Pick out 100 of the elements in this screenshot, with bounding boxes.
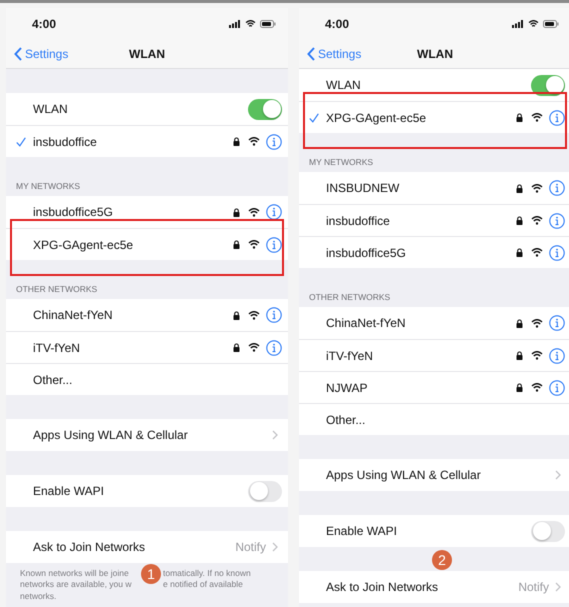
footer-text: networks are available, you w bbox=[20, 579, 133, 591]
list-row[interactable]: Other... bbox=[299, 403, 569, 435]
row-value: Notify bbox=[235, 540, 266, 554]
footer-text: Known networks will be joine bbox=[20, 568, 130, 580]
list-row[interactable]: NJWAP bbox=[299, 371, 569, 403]
list-row[interactable]: insbudoffice5G bbox=[6, 196, 288, 228]
list-row[interactable]: Enable WAPI bbox=[299, 515, 569, 547]
wifi-icon bbox=[248, 208, 260, 216]
list-row[interactable]: WLAN bbox=[299, 69, 569, 101]
list-row[interactable]: Apps Using WLAN & Cellular bbox=[6, 419, 288, 451]
info-icon[interactable] bbox=[549, 212, 565, 228]
network-name: ChinaNet-fYeN bbox=[326, 316, 407, 330]
wifi-icon bbox=[531, 216, 543, 225]
list-row[interactable]: iTV-fYeN bbox=[299, 339, 569, 371]
network-name: insbudoffice bbox=[33, 134, 98, 148]
lock-icon bbox=[233, 137, 240, 146]
info-icon[interactable] bbox=[266, 204, 282, 220]
row-value: Notify bbox=[518, 580, 549, 594]
toggle-switch[interactable] bbox=[531, 520, 565, 542]
toggle-switch[interactable] bbox=[531, 74, 565, 96]
section-header: MY NETWORKS bbox=[309, 157, 374, 167]
info-icon[interactable] bbox=[549, 180, 565, 196]
back-chevron-icon bbox=[14, 47, 22, 61]
network-name: iTV-fYeN bbox=[326, 348, 374, 362]
row-label: Enable WAPI bbox=[33, 484, 105, 498]
row-label: Ask to Join Networks bbox=[326, 580, 440, 594]
info-icon[interactable] bbox=[266, 307, 282, 323]
screen-title: WLAN bbox=[417, 47, 453, 61]
list-row[interactable]: Apps Using WLAN & Cellular bbox=[299, 459, 569, 491]
signal-icon bbox=[512, 20, 524, 28]
network-name: XPG-GAgent-ec5e bbox=[326, 110, 428, 124]
toggle-switch[interactable] bbox=[248, 480, 282, 502]
list-row[interactable]: XPG-GAgent-ec5e bbox=[6, 228, 288, 260]
list-row[interactable]: Ask to Join Networks Notify bbox=[6, 531, 288, 563]
row-label: Enable WAPI bbox=[326, 524, 398, 538]
back-chevron-icon bbox=[307, 47, 315, 61]
info-icon[interactable] bbox=[549, 348, 565, 364]
info-icon[interactable] bbox=[266, 134, 282, 150]
screen-title: WLAN bbox=[129, 47, 165, 61]
list-row[interactable]: ChinaNet-fYeN bbox=[6, 299, 288, 331]
back-button[interactable]: Settings bbox=[299, 47, 362, 61]
list-row[interactable]: iTV-fYeN bbox=[6, 331, 288, 363]
info-icon[interactable] bbox=[549, 110, 565, 126]
lock-icon bbox=[516, 184, 523, 192]
info-icon[interactable] bbox=[549, 380, 565, 396]
footer-text: networks. bbox=[20, 590, 58, 602]
row-label: Apps Using WLAN & Cellular bbox=[33, 428, 189, 442]
lock-icon bbox=[233, 240, 240, 249]
row-label: Apps Using WLAN & Cellular bbox=[326, 468, 482, 482]
wifi-icon bbox=[531, 351, 543, 360]
section-header: MY NETWORKS bbox=[16, 181, 80, 191]
network-name: insbudoffice bbox=[326, 214, 391, 228]
battery-icon bbox=[260, 20, 276, 28]
lock-icon bbox=[516, 216, 523, 225]
info-icon[interactable] bbox=[266, 340, 282, 356]
list-row[interactable]: WLAN bbox=[6, 93, 288, 125]
step-badge: 2 bbox=[432, 550, 452, 570]
network-name: insbudoffice5G bbox=[33, 205, 114, 219]
section-header: OTHER NETWORKS bbox=[16, 284, 98, 294]
wifi-icon bbox=[528, 20, 539, 28]
lock-icon bbox=[516, 351, 523, 360]
lock-icon bbox=[233, 343, 240, 352]
battery-icon bbox=[543, 20, 559, 28]
row-label: WLAN bbox=[33, 102, 69, 116]
footer-text: e notified of available bbox=[163, 579, 244, 591]
row-label: WLAN bbox=[326, 78, 362, 92]
toggle-switch[interactable] bbox=[248, 98, 282, 120]
lock-icon bbox=[516, 248, 523, 257]
lock-icon bbox=[516, 318, 523, 328]
network-name: ChinaNet-fYeN bbox=[33, 308, 114, 322]
list-row[interactable]: insbudoffice5G bbox=[299, 236, 569, 268]
footer-text: tomatically. If no known bbox=[163, 568, 252, 580]
info-icon[interactable] bbox=[549, 315, 565, 331]
lock-icon bbox=[516, 383, 523, 392]
wifi-icon bbox=[531, 318, 543, 328]
wifi-icon bbox=[531, 248, 543, 257]
list-row[interactable]: XPG-GAgent-ec5e bbox=[299, 101, 569, 133]
list-row[interactable]: Ask to Join Networks Notify bbox=[299, 571, 569, 603]
wifi-icon bbox=[531, 113, 543, 122]
back-button[interactable]: Settings bbox=[6, 47, 68, 61]
chevron-icon bbox=[272, 430, 278, 440]
wifi-icon bbox=[248, 310, 260, 320]
wifi-icon bbox=[245, 20, 256, 28]
network-name: NJWAP bbox=[326, 380, 369, 394]
signal-icon bbox=[229, 20, 241, 28]
list-row[interactable]: INSBUDNEW bbox=[299, 172, 569, 204]
list-row[interactable]: Other... bbox=[6, 363, 288, 395]
list-row[interactable]: Enable WAPI bbox=[6, 475, 288, 507]
lock-icon bbox=[516, 113, 523, 122]
row-label: Other... bbox=[33, 372, 74, 386]
list-row[interactable]: insbudoffice bbox=[6, 125, 288, 157]
list-row[interactable]: ChinaNet-fYeN bbox=[299, 307, 569, 339]
network-name: iTV-fYeN bbox=[33, 340, 81, 354]
list-row[interactable]: insbudoffice bbox=[299, 204, 569, 236]
lock-icon bbox=[233, 208, 240, 216]
info-icon[interactable] bbox=[549, 244, 565, 260]
info-icon[interactable] bbox=[266, 236, 282, 252]
step-badge: 1 bbox=[141, 564, 161, 584]
status-time: 4:00 bbox=[32, 17, 56, 31]
wifi-icon bbox=[248, 137, 260, 146]
